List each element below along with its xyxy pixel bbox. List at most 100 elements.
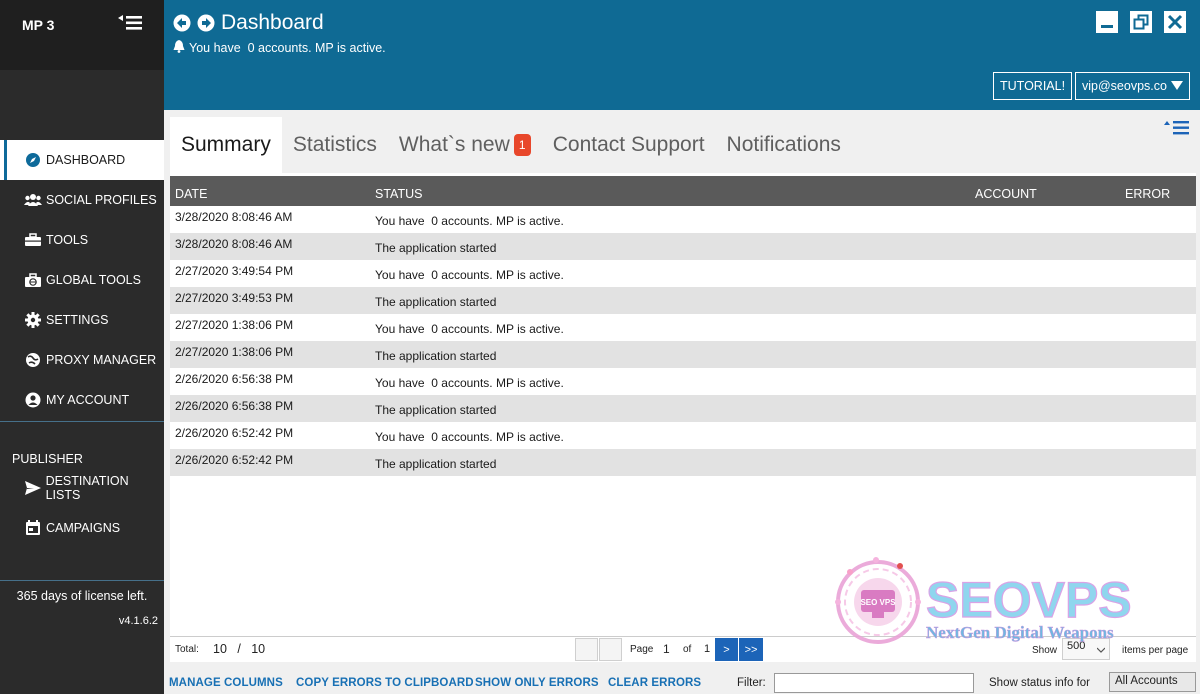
table-row[interactable]: 2/26/2020 6:52:42 PM You have 0 accounts.… [170,422,1196,449]
proxy-icon [24,351,42,369]
tab-bar: Summary Statistics What`s new 1 Contact S… [170,117,852,173]
user-circle-icon [24,391,42,409]
caret-down-icon [1171,79,1183,93]
header-status: You have 0 accounts. MP is active. [173,40,386,56]
tab-label: What`s new [398,133,510,156]
of-label: of [683,644,692,655]
cell-status: The application started [375,295,497,309]
sidebar-item-dashboard[interactable]: DASHBOARD [0,140,164,180]
page-label: Page [630,644,654,655]
sidebar-item-global-tools[interactable]: GLOBAL TOOLS [0,260,164,300]
logo-icon-text: SEO VPS [860,598,896,607]
sidebar-item-settings[interactable]: SETTINGS [0,300,164,340]
user-account-dropdown[interactable]: vip@seovps.co [1075,72,1190,100]
accounts-select[interactable]: All Accounts [1109,672,1196,692]
sidebar-item-label: SETTINGS [46,313,109,327]
next-page-button[interactable]: > [715,638,738,661]
publisher-section-label: PUBLISHER [12,452,83,466]
sidebar-item-label: DASHBOARD [46,153,126,167]
cell-status: You have 0 accounts. MP is active. [375,322,564,336]
table-row[interactable]: 2/27/2020 3:49:54 PM You have 0 accounts.… [170,260,1196,287]
tab-whats-new[interactable]: What`s new 1 [388,117,542,173]
cell-status: You have 0 accounts. MP is active. [375,376,564,390]
tab-menu-icon[interactable] [1164,120,1190,139]
sidebar-item-destination-lists[interactable]: DESTINATION LISTS [0,468,164,508]
page-title: Dashboard [221,11,324,34]
cell-date: 2/26/2020 6:52:42 PM [175,426,294,440]
sidebar-header: MP 3 [0,0,164,70]
total-label: Total: [175,644,199,655]
table-row[interactable]: 2/27/2020 3:49:53 PM The application star… [170,287,1196,314]
table-row[interactable]: 2/26/2020 6:56:38 PM You have 0 accounts.… [170,368,1196,395]
window-controls [1096,11,1186,33]
sidebar-item-campaigns[interactable]: CAMPAIGNS [0,508,164,548]
prev-page-button[interactable] [599,638,622,661]
cell-status: The application started [375,349,497,363]
cell-date: 2/27/2020 1:38:06 PM [175,345,294,359]
close-icon[interactable] [1164,11,1186,33]
global-tools-icon [24,271,42,289]
sidebar-item-label: MY ACCOUNT [46,393,130,407]
bottom-toolbar: MANAGE COLUMNS COPY ERRORS TO CLIPBOARD … [164,663,1200,694]
minimize-icon[interactable] [1096,11,1118,33]
sidebar-item-label: CAMPAIGNS [46,521,121,535]
tab-label: Statistics [292,133,377,156]
clear-errors-link[interactable]: CLEAR ERRORS [608,677,701,689]
license-status: 365 days of license left. [16,589,148,603]
total-count: 10 / 10 [213,642,265,656]
cell-date: 3/28/2020 8:08:46 AM [175,237,293,251]
table-row[interactable]: 3/28/2020 8:08:46 AM The application star… [170,233,1196,260]
table-row[interactable]: 3/28/2020 8:08:46 AM You have 0 accounts.… [170,206,1196,233]
sidebar-item-social-profiles[interactable]: SOCIAL PROFILES [0,180,164,220]
show-only-errors-link[interactable]: SHOW ONLY ERRORS [475,677,599,689]
top-header: Dashboard You have 0 accounts. MP is act… [164,0,1200,110]
cell-date: 2/27/2020 1:38:06 PM [175,318,294,332]
cell-date: 2/27/2020 3:49:54 PM [175,264,294,278]
table-row[interactable]: 2/27/2020 1:38:06 PM The application star… [170,341,1196,368]
calendar-icon [24,519,42,537]
forward-arrow-icon[interactable] [197,14,215,32]
shown-count: 10 [213,642,227,656]
back-arrow-icon[interactable] [173,14,191,32]
sidebar-item-tools[interactable]: TOOLS [0,220,164,260]
sidebar-item-label: DESTINATION LISTS [45,474,129,502]
table-row[interactable]: 2/26/2020 6:52:42 PM The application star… [170,449,1196,476]
collapse-menu-icon[interactable] [118,14,144,32]
table-row[interactable]: 2/27/2020 1:38:06 PM You have 0 accounts.… [170,314,1196,341]
app-title: MP 3 [22,17,55,33]
table-row[interactable]: 2/26/2020 6:56:38 PM The application star… [170,395,1196,422]
total-count-value: 10 [251,642,266,656]
copy-errors-link[interactable]: COPY ERRORS TO CLIPBOARD [296,677,474,689]
column-header-account[interactable]: ACCOUNT [975,187,1037,201]
tab-notifications[interactable]: Notifications [716,117,852,173]
cell-date: 2/26/2020 6:52:42 PM [175,453,294,467]
sidebar-item-my-account[interactable]: MY ACCOUNT [0,380,164,420]
version-label: v4.1.6.2 [118,615,158,627]
first-page-button[interactable] [575,638,598,661]
sidebar-item-proxy-manager[interactable]: PROXY MANAGER [0,340,164,380]
current-page[interactable]: 1 [663,642,670,656]
tab-label: Summary [181,133,271,156]
cell-status: You have 0 accounts. MP is active. [375,214,564,228]
last-page-button[interactable]: >> [739,638,763,661]
tutorial-button[interactable]: TUTORIAL! [993,72,1073,100]
tab-summary[interactable]: Summary [170,117,282,173]
filter-input[interactable] [774,673,974,693]
sidebar-nav: DASHBOARD SOCIAL PROFILES TOOLS GLOBAL T… [0,140,164,420]
cell-status: The application started [375,403,497,417]
column-header-error[interactable]: ERROR [1125,187,1170,201]
cell-status: You have 0 accounts. MP is active. [375,430,564,444]
restore-icon[interactable] [1130,11,1152,33]
manage-columns-link[interactable]: MANAGE COLUMNS [169,677,283,689]
cell-date: 2/26/2020 6:56:38 PM [175,399,294,413]
sidebar-item-label: SOCIAL PROFILES [46,193,157,207]
tab-contact-support[interactable]: Contact Support [542,117,716,173]
column-header-status[interactable]: STATUS [375,187,422,201]
sidebar-item-label: GLOBAL TOOLS [46,273,141,287]
column-header-date[interactable]: DATE [175,187,207,201]
tab-statistics[interactable]: Statistics [282,117,388,173]
count-separator: / [237,642,241,656]
send-icon [24,479,42,497]
sidebar: MP 3 DASHBOARD SOCIAL PROFILES TOOLS GLO… [0,0,164,694]
cell-date: 3/28/2020 8:08:46 AM [175,210,293,224]
